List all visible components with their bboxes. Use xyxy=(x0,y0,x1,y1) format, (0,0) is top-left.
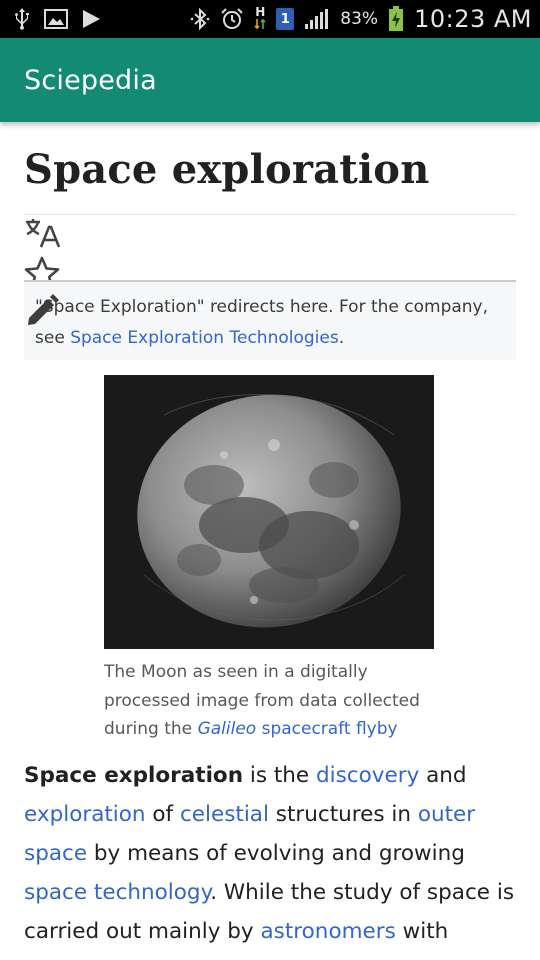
battery-percent: 83% xyxy=(340,9,379,29)
page-title: Space exploration xyxy=(24,146,430,193)
link-space-technology[interactable]: space technology xyxy=(24,880,210,905)
alarm-icon xyxy=(220,6,244,32)
translate-icon xyxy=(24,217,62,253)
pencil-icon xyxy=(24,293,60,333)
bluetooth-icon xyxy=(190,6,210,32)
title-divider xyxy=(24,214,516,215)
lead-text: is the xyxy=(243,763,316,788)
caption-link-rest: spacecraft flyby xyxy=(256,719,398,739)
lead-text: and xyxy=(419,763,467,788)
caption-link-italic: Galileo xyxy=(197,719,257,739)
app-bar: Sciepedia xyxy=(0,38,540,122)
edit-button[interactable] xyxy=(24,294,64,332)
link-celestial[interactable]: celestial xyxy=(180,802,269,827)
lead-paragraph: Space exploration is the discovery and e… xyxy=(24,756,524,951)
caption-link[interactable]: Galileo spacecraft flyby xyxy=(198,719,398,739)
lead-text: with xyxy=(395,919,449,944)
lead-text: structures in xyxy=(268,802,418,827)
status-bar-right: H 1 83% 10:23 AM xyxy=(190,5,532,33)
sim-icon: 1 xyxy=(276,6,295,32)
moon-image[interactable] xyxy=(104,375,434,649)
usb-icon xyxy=(12,6,32,32)
hatnote-end: . xyxy=(338,328,345,348)
signal-icon xyxy=(304,6,330,32)
network-label: H xyxy=(255,5,266,19)
status-bar: H 1 83% 10:23 AM xyxy=(0,0,540,38)
image-icon xyxy=(44,6,68,32)
battery-icon xyxy=(388,6,404,32)
hatnote-link[interactable]: Space Exploration Technologies xyxy=(70,328,339,348)
link-astronomers[interactable]: astronomers xyxy=(260,919,395,944)
lead-text: of xyxy=(145,802,180,827)
image-caption: The Moon as seen in a digitally processe… xyxy=(104,658,444,744)
sim-label: 1 xyxy=(276,8,295,30)
hatnote: "Space Exploration" redirects here. For … xyxy=(24,280,516,360)
link-discovery[interactable]: discovery xyxy=(316,763,419,788)
translate-button[interactable] xyxy=(24,216,64,254)
lead-text: by means of evolving and growing xyxy=(87,841,465,866)
link-exploration[interactable]: exploration xyxy=(24,802,146,827)
lead-bold-term: Space exploration xyxy=(24,763,244,788)
article-content[interactable]: Space exploration "Space Exploration" re… xyxy=(0,122,540,960)
status-bar-left xyxy=(12,6,102,32)
app-title: Sciepedia xyxy=(24,64,157,96)
play-icon xyxy=(80,6,102,32)
network-h-icon: H xyxy=(254,6,266,32)
clock: 10:23 AM xyxy=(414,5,532,33)
